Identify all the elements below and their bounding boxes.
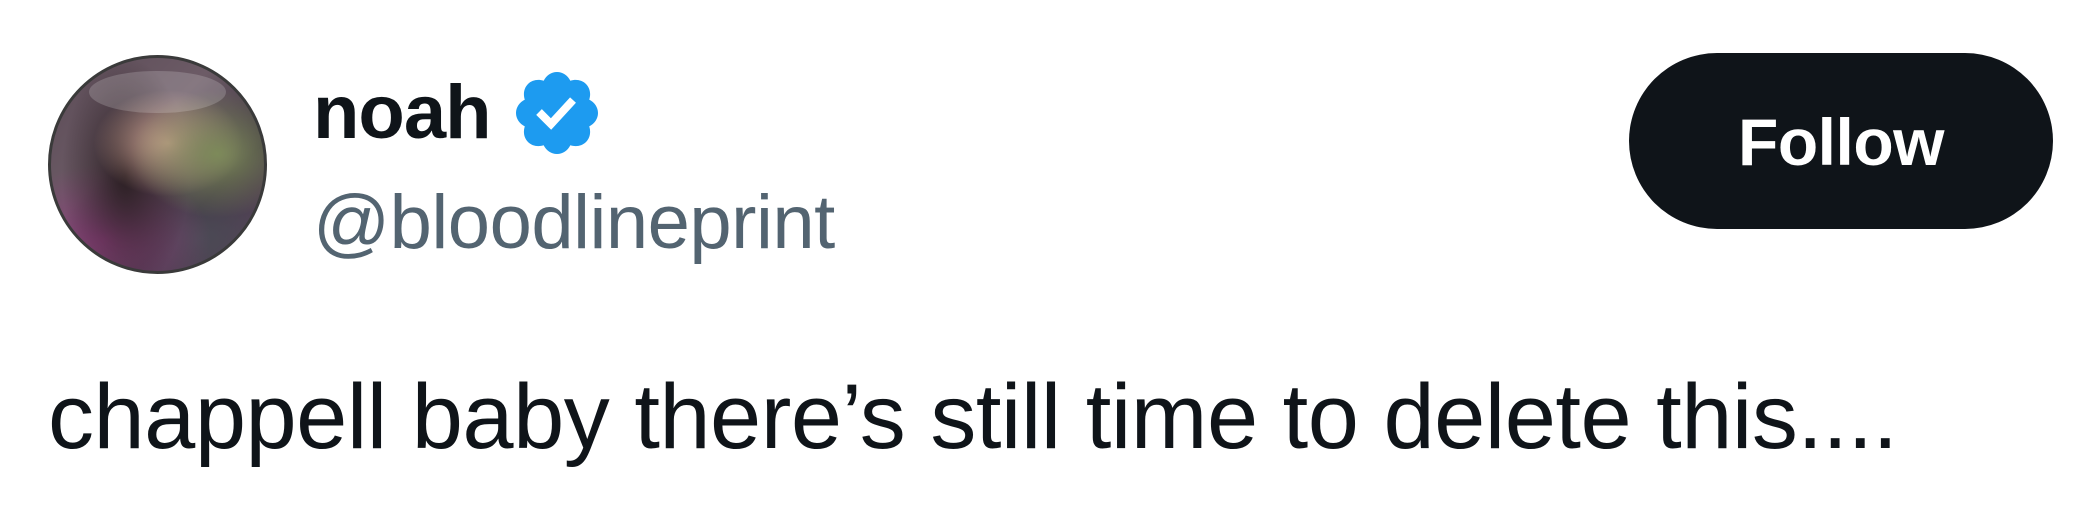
tweet-text: chappell baby there’s still time to dele… [48, 366, 1898, 468]
author-name-row: noah [313, 68, 605, 158]
follow-button[interactable]: Follow [1629, 53, 2053, 229]
avatar-shine [89, 70, 226, 114]
display-name[interactable]: noah [313, 68, 492, 158]
author-handle[interactable]: @bloodlineprint [313, 178, 835, 268]
verified-badge-icon[interactable] [509, 65, 605, 161]
avatar[interactable] [48, 55, 267, 274]
